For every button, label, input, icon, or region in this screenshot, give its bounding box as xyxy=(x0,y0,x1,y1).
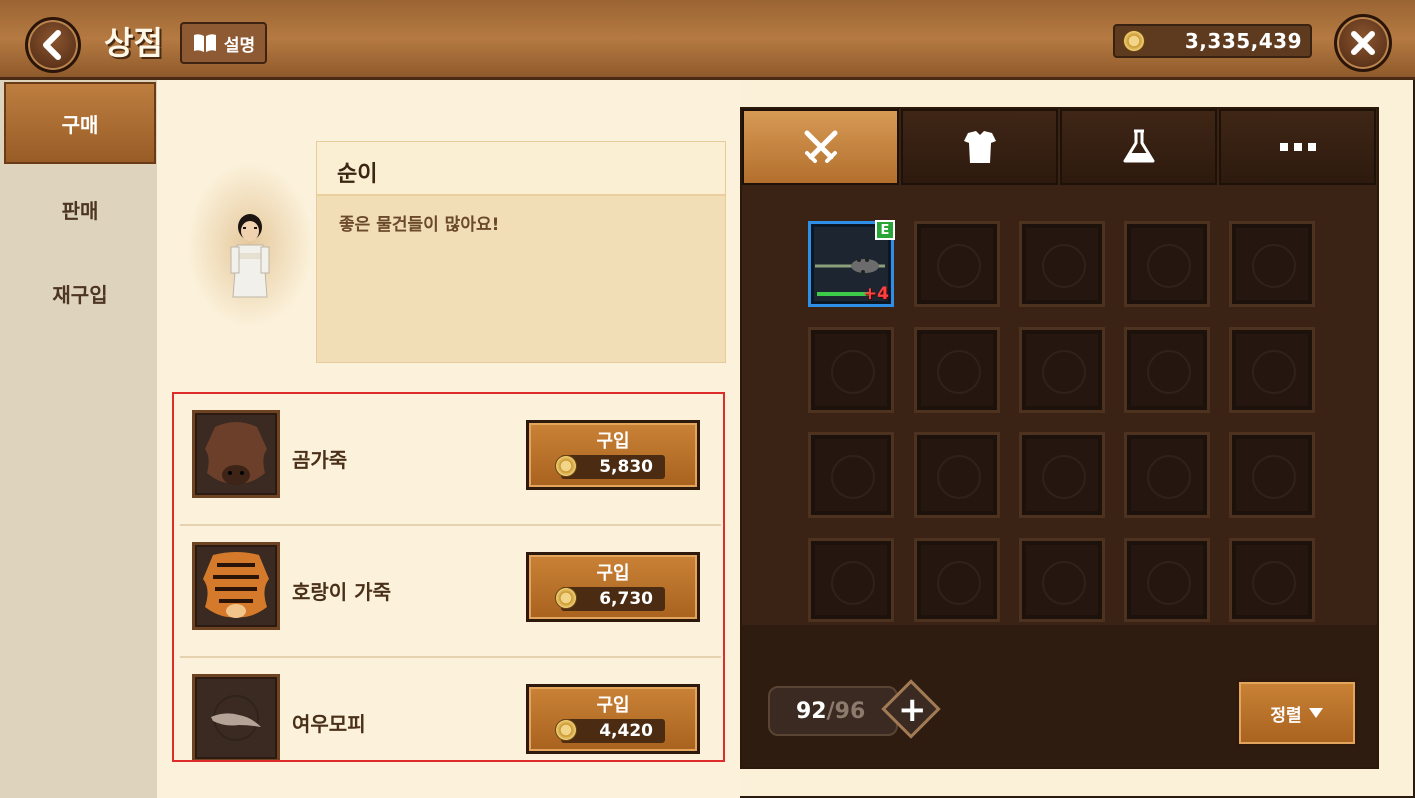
more-icon xyxy=(1279,143,1316,151)
help-button[interactable]: 설명 xyxy=(180,22,267,64)
inventory-slot[interactable] xyxy=(914,327,1000,413)
inventory-slot[interactable] xyxy=(1124,221,1210,307)
close-button[interactable] xyxy=(1334,14,1392,72)
price-tag: 6,730 xyxy=(555,586,665,611)
coin-icon xyxy=(555,454,577,477)
tab-more[interactable] xyxy=(1219,109,1376,185)
chevron-left-icon xyxy=(43,30,61,60)
buy-label: 구입 xyxy=(596,694,630,716)
gold-amount: 3,335,439 xyxy=(1184,29,1302,53)
buy-label: 구입 xyxy=(596,430,630,452)
back-button[interactable] xyxy=(25,17,81,73)
inventory-slot[interactable] xyxy=(1019,432,1105,518)
inventory-slot[interactable] xyxy=(808,432,894,518)
shop-item-list: 곰가죽 구입 5,830 호랑이 가죽 구입 6,730 여우모피 구입 4,4… xyxy=(172,392,725,762)
list-item: 여우모피 구입 4,420 xyxy=(180,658,721,760)
inventory-slot[interactable] xyxy=(914,432,1000,518)
tab-armor[interactable] xyxy=(901,109,1058,185)
sort-label: 정렬 xyxy=(1270,705,1302,726)
coin-icon xyxy=(1123,30,1145,52)
buy-button[interactable]: 구입 5,830 xyxy=(526,420,700,490)
price-tag: 5,830 xyxy=(555,454,665,479)
list-item: 곰가죽 구입 5,830 xyxy=(180,394,721,526)
weapon-icon xyxy=(804,130,837,163)
item-price: 5,830 xyxy=(599,456,653,477)
item-name: 여우모피 xyxy=(292,712,366,736)
tab-weapons[interactable] xyxy=(742,109,899,185)
caret-down-icon xyxy=(1308,708,1323,718)
inventory-slot-equipped[interactable]: E +4 xyxy=(808,220,895,307)
inventory-slot[interactable] xyxy=(1124,327,1210,413)
inventory-slot[interactable] xyxy=(1019,221,1105,307)
inventory-slot[interactable] xyxy=(1229,221,1315,307)
tab-buy[interactable]: 구매 xyxy=(4,82,156,164)
header-bar: 상점 설명 3,335,439 xyxy=(0,0,1415,80)
inventory-slot[interactable] xyxy=(1124,432,1210,518)
book-icon xyxy=(193,34,216,52)
sidebar: 구매 판매 재구입 xyxy=(0,80,157,798)
npc-dialog: 순이 좋은 물건들이 많아요! xyxy=(316,141,726,363)
tiger-hide-icon xyxy=(192,542,280,630)
npc-message: 좋은 물건들이 많아요! xyxy=(339,215,500,235)
equipped-badge: E xyxy=(875,220,895,240)
coin-icon xyxy=(555,586,577,609)
potion-icon xyxy=(1123,129,1154,163)
inventory-slot[interactable] xyxy=(808,327,894,413)
buy-button[interactable]: 구입 4,420 xyxy=(526,684,700,754)
item-name: 곰가죽 xyxy=(292,448,348,472)
item-price: 4,420 xyxy=(599,720,653,741)
inventory-slot[interactable] xyxy=(1019,538,1105,622)
sort-button[interactable]: 정렬 xyxy=(1236,679,1358,747)
npc-name: 순이 xyxy=(317,142,725,196)
fox-fur-icon xyxy=(192,674,280,760)
capacity-current: 92 xyxy=(796,698,827,724)
coin-icon xyxy=(555,718,577,741)
inventory-slot[interactable] xyxy=(1019,327,1105,413)
tab-rebuy[interactable]: 재구입 xyxy=(4,252,156,334)
tab-rebuy-label: 재구입 xyxy=(52,282,108,307)
price-tag: 4,420 xyxy=(555,718,665,743)
inventory-slot[interactable] xyxy=(808,538,894,622)
inventory-panel: E +4 xyxy=(740,107,1379,769)
tab-consumables[interactable] xyxy=(1060,109,1217,185)
inventory-slot[interactable] xyxy=(1229,327,1315,413)
npc-portrait xyxy=(230,214,270,298)
capacity-max: 96 xyxy=(834,698,866,724)
armor-icon xyxy=(963,131,996,163)
enhance-level: +4 xyxy=(862,284,889,304)
item-name: 호랑이 가죽 xyxy=(292,580,391,604)
inventory-slot[interactable] xyxy=(1124,538,1210,622)
gold-display: 3,335,439 xyxy=(1113,24,1312,58)
close-icon xyxy=(1351,31,1375,55)
plus-icon: + xyxy=(898,690,927,730)
inventory-slot[interactable] xyxy=(914,221,1000,307)
bear-hide-icon xyxy=(192,410,280,498)
tab-sell[interactable]: 판매 xyxy=(4,168,156,250)
page-title: 상점 xyxy=(104,24,163,62)
buy-label: 구입 xyxy=(596,562,630,584)
tab-buy-label: 구매 xyxy=(61,112,99,137)
tab-sell-label: 판매 xyxy=(61,198,99,223)
item-price: 6,730 xyxy=(599,588,653,609)
capacity-separator: / xyxy=(826,698,835,724)
inventory-slot[interactable] xyxy=(914,538,1000,622)
inventory-slot[interactable] xyxy=(1229,432,1315,518)
inventory-capacity: 92 / 96 xyxy=(768,686,898,736)
list-item: 호랑이 가죽 구입 6,730 xyxy=(180,526,721,658)
inventory-slot[interactable] xyxy=(1229,538,1315,622)
buy-button[interactable]: 구입 6,730 xyxy=(526,552,700,622)
help-label: 설명 xyxy=(223,35,256,56)
